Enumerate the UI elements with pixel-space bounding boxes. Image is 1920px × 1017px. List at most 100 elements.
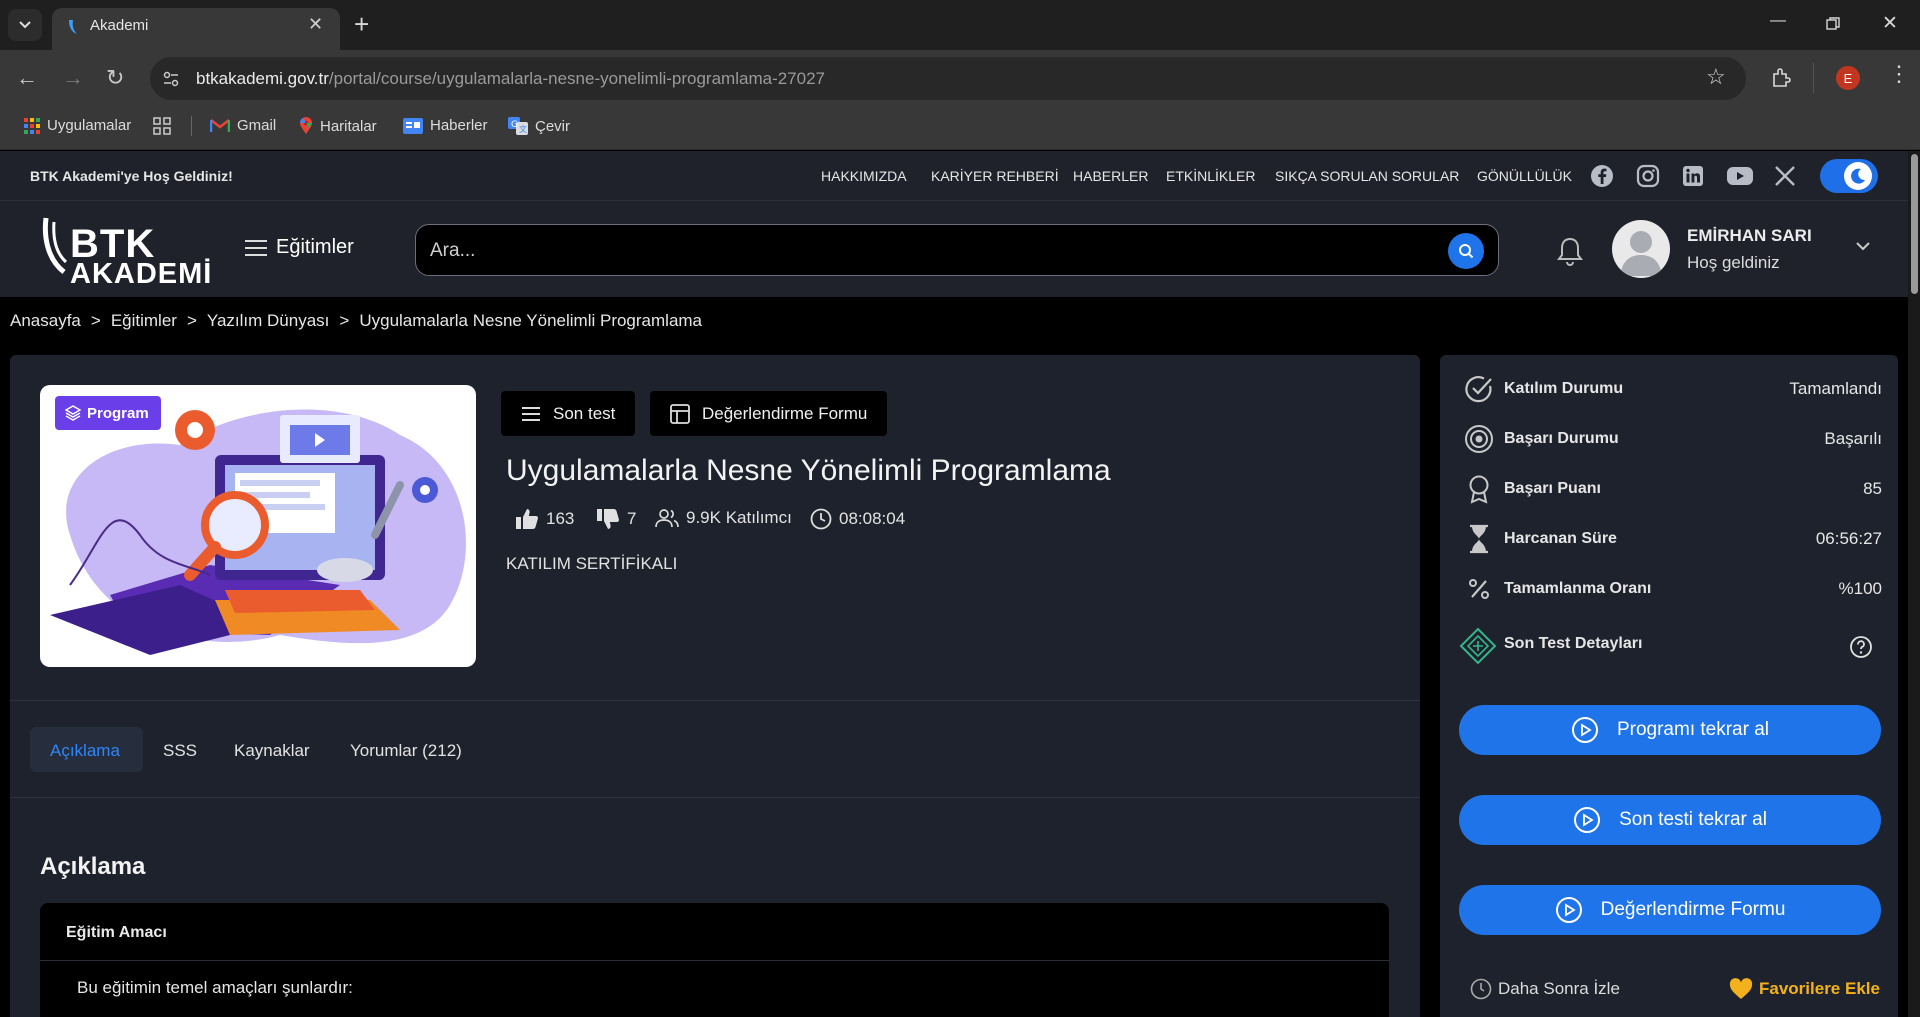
svg-text:文: 文: [519, 124, 527, 134]
user-greeting: Hoş geldiniz: [1687, 253, 1780, 272]
nav-link-news[interactable]: HABERLER: [1073, 168, 1148, 184]
description-intro: Bu eğitimin temel amaçları şunlardır:: [77, 978, 353, 997]
clock-icon: [810, 508, 832, 530]
linkedin-icon[interactable]: [1681, 164, 1705, 188]
layout-icon: [670, 403, 690, 424]
play-circle-icon: [1571, 717, 1598, 743]
bookmark-star-icon[interactable]: ☆: [1706, 66, 1726, 88]
breadcrumb-separator: >: [339, 311, 350, 330]
logo-mark-icon: [42, 217, 68, 274]
welcome-text: BTK Akademi'ye Hoş Geldiniz!: [30, 168, 233, 184]
restore-icon[interactable]: [1826, 17, 1840, 31]
tab-faq[interactable]: SSS: [163, 741, 197, 761]
hamburger-icon: [245, 239, 267, 256]
profile-avatar[interactable]: E: [1836, 66, 1860, 90]
nav-link-faq[interactable]: SIKÇA SORULAN SORULAR: [1275, 168, 1459, 184]
logo-text-akademi[interactable]: AKADEMİ: [70, 258, 212, 291]
bookmark-maps[interactable]: Haritalar: [299, 117, 377, 135]
site-info-icon[interactable]: [162, 70, 180, 88]
courses-menu-button[interactable]: Eğitimler: [244, 236, 354, 259]
breadcrumb-courses[interactable]: Eğitimler: [111, 311, 177, 331]
bookmark-separator: [191, 116, 192, 136]
test-details-icon: [1459, 627, 1497, 665]
evaluation-form-button[interactable]: Değerlendirme Formu: [650, 391, 888, 436]
minimize-icon[interactable]: —: [1770, 12, 1786, 30]
reload-icon[interactable]: ↻: [106, 66, 124, 90]
bookmark-apps[interactable]: Uygulamalar: [24, 117, 131, 134]
search-button[interactable]: [1448, 233, 1484, 269]
retake-program-button[interactable]: Programı tekrar al: [1459, 705, 1881, 755]
target-icon: [1465, 425, 1493, 453]
tab-comments[interactable]: Yorumlar (212): [350, 741, 462, 761]
breadcrumb-current: Uygulamalarla Nesne Yönelimli Programlam…: [359, 311, 703, 330]
user-name[interactable]: EMİRHAN SARI: [1687, 226, 1812, 246]
dislike-button[interactable]: 7: [596, 508, 636, 530]
breadcrumb-home[interactable]: Anasayfa: [10, 311, 81, 331]
list-icon: [522, 406, 540, 421]
heart-icon: [1729, 978, 1753, 999]
check-circle-icon: [1465, 376, 1492, 403]
bookmark-gmail[interactable]: Gmail: [210, 117, 276, 134]
help-icon[interactable]: [1849, 635, 1873, 659]
theme-knob[interactable]: [1844, 162, 1872, 190]
bookmark-news[interactable]: Haberler: [403, 117, 488, 134]
percent-icon: [1469, 579, 1489, 599]
url-text: btkakademi.gov.tr/portal/course/uygulama…: [196, 69, 825, 88]
like-button[interactable]: 163: [515, 508, 574, 530]
bookmarks-bar: [0, 108, 1920, 150]
youtube-icon[interactable]: [1726, 164, 1754, 188]
description-box-title: Eğitim Amacı: [66, 924, 167, 941]
user-icon: [1620, 231, 1662, 276]
tab-resources[interactable]: Kaynaklar: [234, 741, 310, 761]
search-icon: [1459, 244, 1474, 259]
window-close-icon[interactable]: ✕: [1882, 12, 1898, 35]
forward-icon[interactable]: →: [62, 66, 84, 90]
description-title: Açıklama: [40, 853, 146, 880]
back-icon[interactable]: ←: [16, 66, 38, 90]
nav-link-volunteer[interactable]: GÖNÜLLÜLÜK: [1477, 168, 1572, 184]
chevron-down-icon: [19, 21, 31, 29]
tab-search-button[interactable]: [8, 9, 42, 41]
breadcrumb-separator: >: [90, 311, 101, 330]
retake-last-test-button[interactable]: Son testi tekrar al: [1459, 795, 1881, 845]
sidebar-evaluation-form-button[interactable]: Değerlendirme Formu: [1459, 885, 1881, 935]
apps-grid-icon: [24, 117, 40, 134]
tab-groups-icon[interactable]: [153, 117, 171, 135]
certificate-label: KATILIM SERTİFİKALI: [506, 554, 678, 573]
last-test-details-link[interactable]: Son Test Detayları: [1504, 635, 1642, 653]
scrollbar-thumb[interactable]: [1911, 154, 1918, 294]
layers-icon: [65, 405, 81, 421]
instagram-icon[interactable]: [1636, 164, 1660, 188]
time-spent-label: Harcanan Süre: [1504, 530, 1617, 547]
nav-link-career[interactable]: KARİYER REHBERİ: [931, 168, 1059, 184]
breadcrumb-category[interactable]: Yazılım Dünyası: [207, 311, 330, 331]
extensions-icon[interactable]: [1770, 67, 1792, 89]
gmail-icon: [210, 119, 230, 132]
success-score-label: Başarı Puanı: [1504, 480, 1601, 497]
last-test-button[interactable]: Son test: [501, 391, 636, 436]
course-title: Uygulamalarla Nesne Yönelimli Programlam…: [506, 454, 1111, 487]
new-tab-icon[interactable]: +: [354, 11, 369, 37]
success-status-label: Başarı Durumu: [1504, 430, 1619, 447]
watch-later-button[interactable]: Daha Sonra İzle: [1470, 978, 1620, 1000]
play-circle-icon: [1574, 807, 1601, 833]
tab-description[interactable]: Açıklama: [50, 741, 120, 761]
chevron-down-icon[interactable]: [1855, 240, 1871, 252]
bell-icon[interactable]: [1556, 236, 1584, 266]
hourglass-icon: [1470, 524, 1488, 554]
site-favicon-icon: [69, 20, 77, 34]
avatar[interactable]: [1612, 220, 1670, 278]
browser-menu-icon[interactable]: ⋮: [1888, 63, 1910, 85]
nav-link-about[interactable]: HAKKIMIZDA: [821, 168, 907, 184]
attendance-status-label: Katılım Durumu: [1504, 380, 1624, 397]
bookmark-translate[interactable]: G文 Çevir: [508, 117, 570, 135]
thumbs-down-icon: [597, 509, 619, 529]
add-to-favorites-button[interactable]: Favorilere Ekle: [1729, 978, 1880, 1000]
facebook-icon[interactable]: [1590, 164, 1614, 188]
x-icon[interactable]: [1773, 164, 1797, 188]
translate-icon: G文: [508, 117, 528, 135]
breadcrumb-separator: >: [186, 311, 197, 330]
tab-close-icon[interactable]: ✕: [308, 14, 323, 35]
search-input[interactable]: [415, 224, 1499, 276]
nav-link-events[interactable]: ETKİNLİKLER: [1166, 168, 1255, 184]
